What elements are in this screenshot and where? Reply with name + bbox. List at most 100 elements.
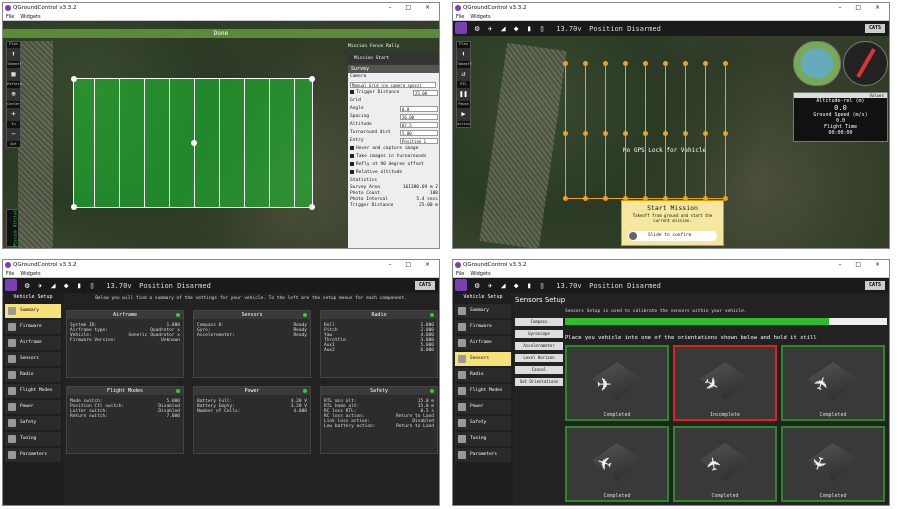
gps-icon[interactable]: ✈ — [34, 278, 47, 293]
waypoint-marker[interactable] — [623, 196, 628, 201]
battery-icon[interactable]: ▯ — [536, 278, 549, 293]
window-controls[interactable]: – □ × — [838, 260, 886, 270]
altitude-field[interactable]: 87.5 — [400, 122, 438, 128]
window-controls[interactable]: – □ × — [838, 3, 886, 13]
pause-icon[interactable]: ❚❚ — [457, 88, 470, 101]
radio-rally[interactable]: Rally — [386, 44, 400, 49]
waypoint-marker[interactable] — [603, 61, 608, 66]
sidenav-item-sensors[interactable]: Sensors — [455, 352, 511, 366]
sidenav-item-power[interactable]: Power — [455, 400, 511, 414]
waypoint-marker[interactable] — [603, 130, 608, 136]
waypoint-marker[interactable] — [683, 130, 688, 136]
polygon-vertex[interactable] — [71, 204, 77, 210]
waypoint-marker[interactable] — [643, 130, 648, 136]
sidenav-item-sensors[interactable]: Sensors — [5, 352, 61, 366]
polygon-vertex[interactable] — [309, 76, 315, 82]
waypoint-marker[interactable] — [683, 196, 688, 201]
sensor-button-gyroscope[interactable]: Gyroscope — [515, 330, 563, 338]
battery-icon[interactable]: ▯ — [536, 21, 549, 36]
waypoint-marker[interactable] — [643, 61, 648, 66]
window-controls[interactable]: – □ × — [388, 3, 436, 13]
radio-mission[interactable]: Mission — [348, 44, 367, 49]
radio-fence[interactable]: Fence — [370, 44, 384, 49]
flight-status[interactable]: Position Disarmed — [589, 282, 661, 290]
flight-status[interactable]: Position Disarmed — [589, 25, 661, 33]
entry-select[interactable]: Position 1 — [400, 138, 438, 144]
sidenav-item-firmware[interactable]: Firmware — [455, 320, 511, 334]
messages-icon[interactable]: ◢ — [497, 21, 510, 36]
zoom-out-icon[interactable]: − — [7, 128, 20, 141]
trigger-checkbox[interactable] — [350, 89, 354, 94]
sensor-button-set-orientations[interactable]: Set Orientations — [515, 378, 563, 386]
waypoint-marker[interactable] — [683, 61, 688, 66]
check-relative-alt[interactable] — [350, 169, 354, 174]
sidenav-item-flight-modes[interactable]: Flight Modes — [455, 384, 511, 398]
polygon-vertex[interactable] — [71, 76, 77, 82]
waypoint-marker[interactable] — [583, 130, 588, 136]
sensor-button-compass[interactable]: Compass — [515, 318, 563, 326]
rc-icon[interactable]: ◆ — [510, 278, 523, 293]
plan-type-selector[interactable]: Mission Fence Rally — [348, 44, 400, 49]
rtl-icon[interactable]: ↺ — [457, 68, 470, 81]
mission-start-item[interactable]: Mission Start — [348, 54, 438, 63]
waypoint-marker[interactable] — [663, 130, 668, 136]
sidenav-item-summary[interactable]: Summary — [5, 304, 61, 318]
takeoff-icon[interactable]: ⬆ — [7, 48, 20, 61]
gps-icon[interactable]: ✈ — [484, 21, 497, 36]
summary-card-flight-modes[interactable]: Flight Modes Mode switch: 5.000 Position Ct… — [66, 386, 184, 454]
sidenav-item-airframe[interactable]: Airframe — [455, 336, 511, 350]
sidenav-item-safety[interactable]: Safety — [455, 416, 511, 430]
trigger-distance-field[interactable]: 25.00 — [413, 90, 438, 96]
sidenav-item-parameters[interactable]: Parameters — [455, 448, 511, 462]
menu-widgets[interactable]: Widgets — [470, 271, 490, 277]
summary-card-radio[interactable]: Radio Roll 1.000 Pitch 2.000 Yaw 4.000 Throttle… — [320, 310, 438, 378]
sidenav-item-summary[interactable]: Summary — [455, 304, 511, 318]
waypoint-marker[interactable] — [603, 196, 608, 201]
waypoint-marker[interactable] — [663, 61, 668, 66]
waypoint-marker[interactable] — [563, 130, 568, 136]
menu-file[interactable]: File — [456, 14, 464, 20]
waypoint-marker[interactable] — [703, 130, 708, 136]
waypoint-marker[interactable] — [623, 130, 628, 136]
center-icon[interactable]: ⊕ — [7, 88, 20, 101]
telemetry-icon[interactable]: ▮ — [523, 21, 536, 36]
done-banner[interactable]: Done — [3, 29, 439, 38]
gps-icon[interactable]: ✈ — [484, 278, 497, 293]
zoom-in-icon[interactable]: + — [7, 108, 20, 121]
angle-field[interactable]: 0.0 — [400, 106, 438, 112]
menu-file[interactable]: File — [6, 271, 14, 277]
sidenav-item-firmware[interactable]: Firmware — [5, 320, 61, 334]
flight-status[interactable]: Position Disarmed — [139, 282, 211, 290]
sidenav-item-parameters[interactable]: Parameters — [5, 448, 61, 462]
polygon-vertex[interactable] — [309, 204, 315, 210]
survey-polygon[interactable] — [71, 76, 315, 210]
pattern-icon[interactable]: ▦ — [7, 68, 20, 81]
check-turnaround[interactable] — [350, 153, 354, 158]
sidenav-item-flight-modes[interactable]: Flight Modes — [5, 384, 61, 398]
sensor-button-level-horizon[interactable]: Level Horizon — [515, 354, 563, 362]
waypoint-marker[interactable] — [663, 196, 668, 201]
slide-to-confirm[interactable]: Slide to confirm — [628, 231, 717, 241]
rc-icon[interactable]: ◆ — [60, 278, 73, 293]
waypoint-marker[interactable] — [703, 61, 708, 66]
check-hover[interactable] — [350, 145, 354, 150]
sidenav-item-power[interactable]: Power — [5, 400, 61, 414]
action-icon[interactable]: ▶ — [457, 108, 470, 121]
vehicle-icon[interactable]: ⚙ — [471, 21, 484, 36]
waypoint-marker[interactable] — [583, 196, 588, 201]
menu-widgets[interactable]: Widgets — [20, 271, 40, 277]
sidenav-item-radio[interactable]: Radio — [455, 368, 511, 382]
waypoint-marker[interactable] — [643, 196, 648, 201]
summary-card-safety[interactable]: Safety RTL min alt: 15.0 m RTL home alt: 15.… — [320, 386, 438, 454]
menu-file[interactable]: File — [6, 14, 14, 20]
camera-select[interactable]: Manual Grid (no camera specs) — [350, 82, 436, 88]
sensor-button-accelerometer[interactable]: Accelerometer — [515, 342, 563, 350]
summary-card-sensors[interactable]: Sensors Compass 0: Ready Gyro: Ready Accelero… — [193, 310, 311, 378]
sidenav-item-airframe[interactable]: Airframe — [5, 336, 61, 350]
qgc-menu-icon[interactable] — [455, 279, 467, 291]
menu-file[interactable]: File — [456, 271, 464, 277]
waypoint-marker[interactable] — [723, 61, 728, 66]
qgc-menu-icon[interactable] — [5, 279, 17, 291]
telemetry-icon[interactable]: ▮ — [73, 278, 86, 293]
telemetry-icon[interactable]: ▮ — [523, 278, 536, 293]
